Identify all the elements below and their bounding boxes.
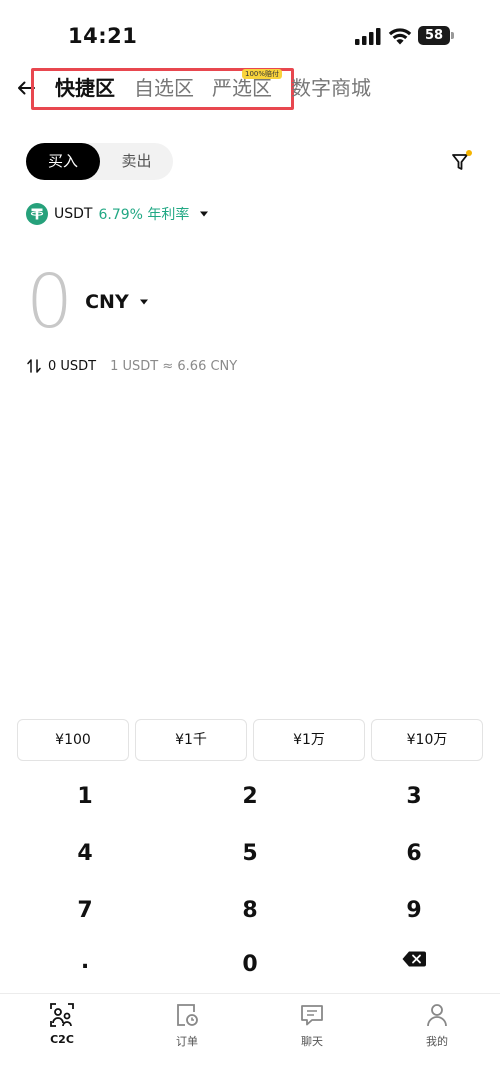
amount-display: 0 CNY	[26, 262, 149, 342]
chat-bubble-icon	[301, 1005, 323, 1026]
signal-icon	[355, 28, 381, 45]
exchange-rate: 1 USDT ≈ 6.66 CNY	[110, 358, 238, 374]
filter-icon[interactable]	[450, 148, 474, 174]
nav-profile[interactable]: 我的	[397, 1002, 477, 1052]
swap-icon[interactable]	[26, 358, 42, 374]
battery-tip	[451, 32, 454, 39]
chevron-down-icon	[200, 211, 209, 217]
tether-icon	[26, 203, 48, 225]
tab-self-select-zone[interactable]: 自选区	[134, 74, 194, 102]
coin-selector[interactable]: USDT 6.79% 年利率	[26, 202, 209, 226]
key-1[interactable]: 1	[25, 775, 145, 819]
profile-person-icon	[427, 1004, 447, 1027]
c2c-people-icon	[50, 1003, 74, 1027]
nav-chat-label: 聊天	[301, 1035, 323, 1048]
key-0[interactable]: 0	[190, 943, 310, 987]
key-decimal[interactable]: .	[25, 940, 145, 984]
buy-sell-toggle: 买入 卖出	[26, 143, 173, 180]
status-bar: 14:21 58	[0, 0, 500, 70]
key-6[interactable]: 6	[354, 832, 474, 876]
quick-amount-row: ¥100 ¥1千 ¥1万 ¥10万	[17, 719, 483, 761]
sell-button[interactable]: 卖出	[100, 143, 173, 180]
key-9[interactable]: 9	[354, 889, 474, 933]
quick-amount-1k[interactable]: ¥1千	[135, 719, 247, 761]
battery-level: 58	[418, 26, 450, 45]
chevron-down-icon[interactable]	[139, 298, 149, 306]
bottom-nav: C2C 订单 聊天 我的	[0, 993, 500, 1086]
tab-quick-zone[interactable]: 快捷区	[55, 74, 115, 102]
usdt-amount: 0 USDT	[48, 358, 97, 374]
status-time: 14:21	[68, 24, 138, 48]
nav-chat[interactable]: 聊天	[272, 1002, 352, 1052]
quick-amount-100[interactable]: ¥100	[17, 719, 129, 761]
coin-interest-rate: 6.79% 年利率	[98, 207, 190, 223]
battery-icon: 58	[418, 26, 454, 45]
backspace-button[interactable]	[354, 937, 474, 981]
conversion-info: 0 USDT 1 USDT ≈ 6.66 CNY	[26, 355, 237, 377]
currency-selector[interactable]: CNY	[85, 291, 129, 313]
key-2[interactable]: 2	[190, 775, 310, 819]
key-7[interactable]: 7	[25, 889, 145, 933]
nav-orders-label: 订单	[176, 1035, 198, 1048]
amount-value: 0	[26, 259, 74, 345]
nav-orders[interactable]: 订单	[147, 1002, 227, 1052]
header: 快捷区 自选区 严选区 100%赔付 数字商城	[0, 66, 500, 112]
key-4[interactable]: 4	[25, 832, 145, 876]
tab-digital-mall[interactable]: 数字商城	[291, 74, 371, 102]
backspace-icon	[402, 951, 426, 967]
compensation-badge: 100%赔付	[242, 69, 283, 79]
key-3[interactable]: 3	[354, 775, 474, 819]
key-5[interactable]: 5	[190, 832, 310, 876]
quick-amount-10k[interactable]: ¥1万	[253, 719, 365, 761]
wifi-icon	[388, 28, 412, 45]
coin-name: USDT	[54, 206, 93, 222]
nav-c2c-label: C2C	[50, 1033, 74, 1046]
quick-amount-100k[interactable]: ¥10万	[371, 719, 483, 761]
order-clock-icon	[177, 1004, 198, 1026]
key-8[interactable]: 8	[190, 889, 310, 933]
buy-button[interactable]: 买入	[26, 143, 100, 180]
nav-profile-label: 我的	[426, 1035, 448, 1048]
nav-c2c[interactable]: C2C	[22, 1002, 102, 1052]
